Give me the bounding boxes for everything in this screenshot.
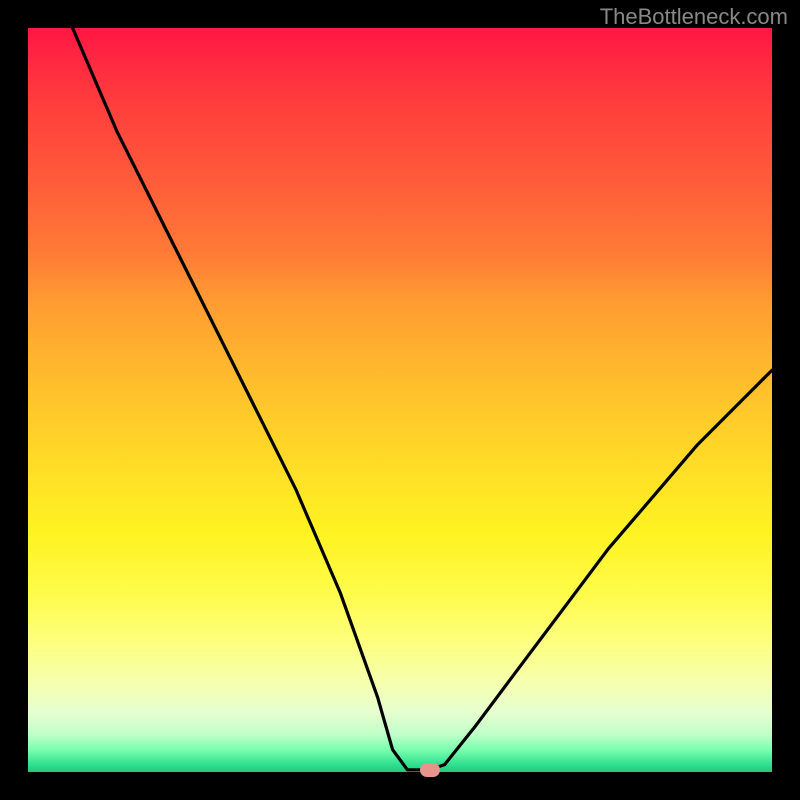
watermark-text: TheBottleneck.com: [600, 4, 788, 30]
chart-area: [28, 28, 772, 772]
chart-curve: [28, 28, 772, 772]
chart-marker: [420, 763, 440, 777]
